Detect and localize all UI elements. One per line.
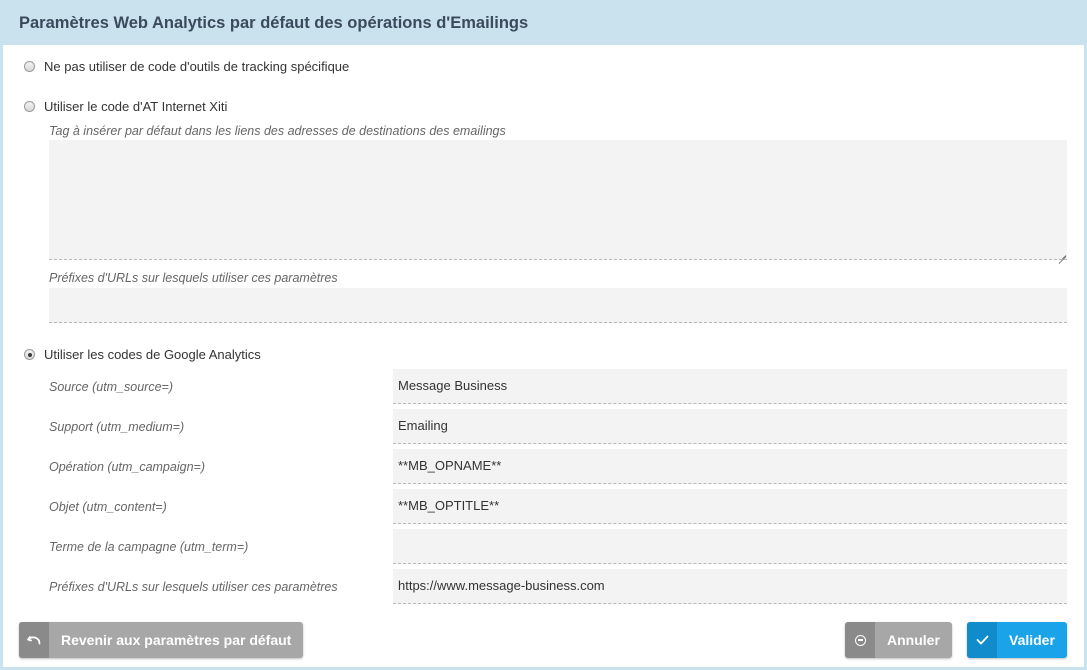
- ga-prefix-label: Préfixes d'URLs sur lesquels utiliser ce…: [49, 580, 338, 594]
- option-no-tracking-label: Ne pas utiliser de code d'outils de trac…: [44, 59, 350, 74]
- ga-source-value: Message Business: [398, 378, 508, 393]
- option-google-analytics-label: Utiliser les codes de Google Analytics: [44, 347, 261, 362]
- ga-medium-value: Emailing: [398, 418, 448, 433]
- ga-term-input[interactable]: [393, 529, 1067, 564]
- ga-content-input[interactable]: **MB_OPTITLE**: [393, 489, 1067, 524]
- reset-defaults-label: Revenir aux paramètres par défaut: [61, 632, 292, 648]
- option-google-analytics[interactable]: Utiliser les codes de Google Analytics: [24, 347, 284, 367]
- ga-source-input[interactable]: Message Business: [393, 369, 1067, 404]
- xiti-prefix-label: Préfixes d'URLs sur lesquels utiliser ce…: [49, 271, 338, 285]
- cancel-label: Annuler: [887, 632, 940, 648]
- ga-campaign-value: **MB_OPNAME**: [398, 458, 502, 473]
- ga-content-label: Objet (utm_content=): [49, 500, 167, 514]
- option-no-tracking-radio[interactable]: [24, 61, 35, 72]
- option-no-tracking[interactable]: Ne pas utiliser de code d'outils de trac…: [24, 59, 384, 79]
- reset-defaults-button[interactable]: Revenir aux paramètres par défaut: [19, 622, 303, 658]
- minus-circle-icon: [845, 622, 875, 658]
- option-xiti-label: Utiliser le code d'AT Internet Xiti: [44, 99, 228, 114]
- validate-button[interactable]: Valider: [967, 622, 1067, 658]
- ga-term-label: Terme de la campagne (utm_term=): [49, 540, 249, 554]
- panel-title: Paramètres Web Analytics par défaut des …: [19, 14, 529, 32]
- xiti-tag-label: Tag à insérer par défaut dans les liens …: [49, 124, 506, 138]
- panel-header: Paramètres Web Analytics par défaut des …: [3, 3, 1084, 45]
- check-icon: [967, 622, 997, 658]
- ga-source-label: Source (utm_source=): [49, 380, 174, 394]
- ga-campaign-label: Opération (utm_campaign=): [49, 460, 205, 474]
- validate-label: Valider: [1009, 632, 1055, 648]
- ga-prefix-input[interactable]: https://www.message-business.com: [393, 569, 1067, 604]
- ga-content-value: **MB_OPTITLE**: [398, 498, 500, 513]
- ga-campaign-input[interactable]: **MB_OPNAME**: [393, 449, 1067, 484]
- option-xiti-radio[interactable]: [24, 101, 35, 112]
- ga-medium-label: Support (utm_medium=): [49, 420, 185, 434]
- xiti-tag-textarea[interactable]: [49, 140, 1067, 260]
- ga-prefix-value: https://www.message-business.com: [398, 578, 605, 593]
- ga-medium-input[interactable]: Emailing: [393, 409, 1067, 444]
- undo-icon: [19, 622, 49, 658]
- xiti-prefix-input[interactable]: [49, 288, 1067, 323]
- cancel-button[interactable]: Annuler: [845, 622, 952, 658]
- option-xiti[interactable]: Utiliser le code d'AT Internet Xiti: [24, 99, 284, 119]
- option-google-analytics-radio[interactable]: [24, 349, 35, 360]
- analytics-settings-panel: Paramètres Web Analytics par défaut des …: [0, 0, 1087, 670]
- resize-handle-icon[interactable]: [1058, 249, 1066, 257]
